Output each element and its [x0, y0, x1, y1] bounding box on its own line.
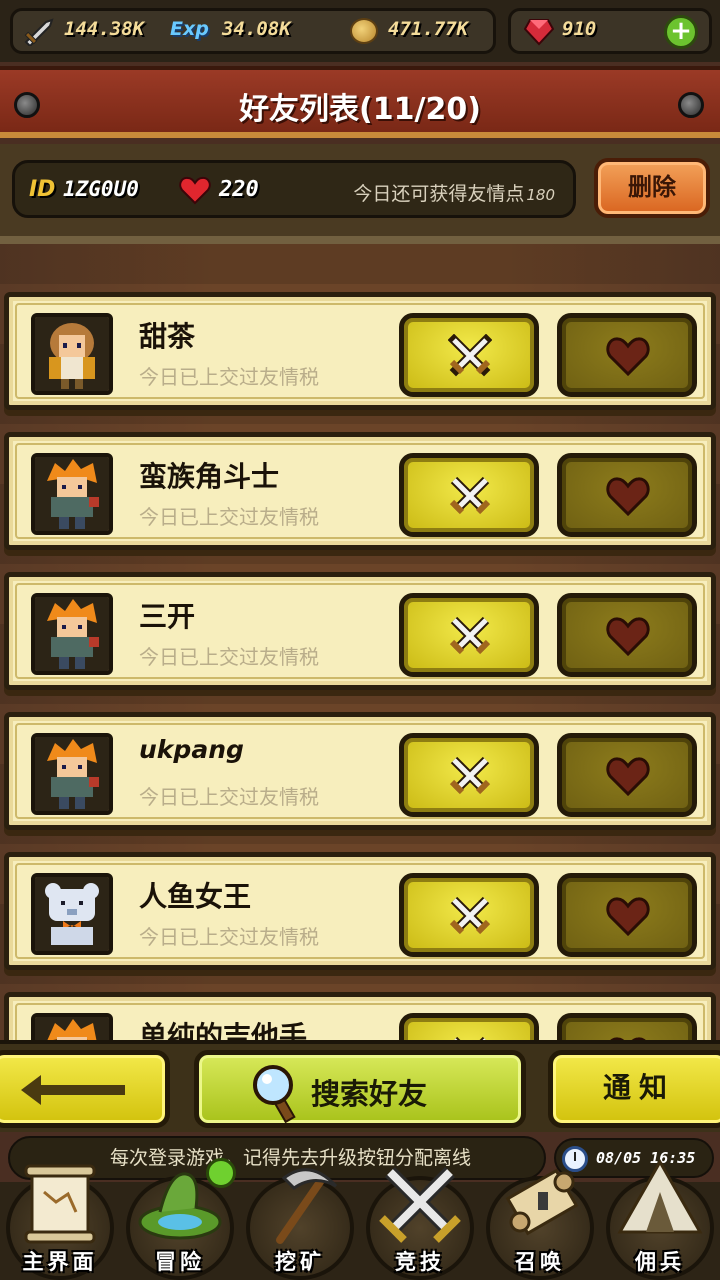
- map-scroll-icon: [24, 1164, 96, 1244]
- notification-dot: [206, 1158, 236, 1188]
- player-id: 1ZG0U0: [63, 177, 139, 201]
- friend-status: 今日已上交过友情税: [139, 505, 319, 529]
- crossed-swords-icon: [449, 756, 491, 795]
- send-heart-button[interactable]: [557, 733, 697, 817]
- friend-name: ukpang: [139, 735, 244, 764]
- title-banner: 好友列表(11/20): [0, 66, 720, 138]
- friend-status: 今日已上交过友情税: [139, 365, 319, 389]
- delete-button[interactable]: 删除: [594, 158, 710, 218]
- nav-item-home[interactable]: 主界面: [0, 1152, 120, 1280]
- crossed-swords-icon: [449, 476, 491, 515]
- gem-value: 910: [562, 18, 597, 40]
- scroll-icon: [505, 1168, 579, 1236]
- bear-avatar[interactable]: [31, 873, 113, 955]
- nav-label: 竞技: [395, 1250, 445, 1274]
- friend-row: ukpang 今日已上交过友情税: [4, 712, 716, 830]
- add-gems-button[interactable]: +: [664, 15, 698, 49]
- back-button[interactable]: [0, 1050, 170, 1128]
- friend-row: 蛮族角斗士 今日已上交过友情税: [4, 432, 716, 550]
- nav-label: 主界面: [22, 1250, 98, 1274]
- player-info-bar: ID 1ZG0U0 220 今日还可获得友情点 180 删除: [0, 144, 720, 236]
- nav-label: 佣兵: [635, 1250, 685, 1274]
- challenge-button[interactable]: [399, 453, 539, 537]
- nav-label: 挖矿: [275, 1250, 325, 1274]
- sword-icon: [24, 18, 54, 46]
- nav-item-arena[interactable]: 竞技: [360, 1152, 480, 1280]
- nav-item-mercenary[interactable]: 佣兵: [600, 1152, 720, 1280]
- bolt-icon: [678, 92, 704, 118]
- send-heart-button[interactable]: [557, 593, 697, 677]
- points-value: 180: [526, 186, 555, 204]
- friend-name: 人鱼女王: [139, 880, 252, 913]
- nav-label: 召唤: [515, 1250, 565, 1274]
- friend-name: 三开: [139, 600, 196, 633]
- gold-value: 471.77K: [388, 18, 469, 40]
- friend-row: 单纯的吉他手: [4, 992, 716, 1044]
- heart-icon: [606, 337, 650, 377]
- crossed-swords-icon: [448, 334, 492, 377]
- nav-item-summon[interactable]: 召唤: [480, 1152, 600, 1280]
- nav-item-mining[interactable]: 挖矿: [240, 1152, 360, 1280]
- attack-value: 144.38K: [64, 18, 145, 40]
- friend-list[interactable]: 甜茶 今日已上交过友情税 蛮族角斗士 今日已上交过友情税 三开 今日已上交过友情…: [0, 236, 720, 1044]
- gold-coin-icon: [350, 18, 378, 44]
- tent-icon: [617, 1158, 703, 1234]
- arrow-left-icon: [21, 1075, 125, 1105]
- send-heart-button[interactable]: [557, 453, 697, 537]
- friend-status: 今日已上交过友情税: [139, 785, 319, 809]
- crossed-swords-icon: [379, 1167, 461, 1243]
- friend-row: 三开 今日已上交过友情税: [4, 572, 716, 690]
- bottom-nav: 主界面 冒险 挖矿 竞技 召唤 佣兵: [0, 1158, 720, 1280]
- send-heart-button[interactable]: [557, 313, 697, 397]
- crossed-swords-icon: [449, 896, 491, 935]
- heart-icon: [606, 757, 650, 797]
- exp-icon: Exp: [170, 18, 209, 40]
- id-label: ID: [29, 177, 56, 202]
- ruby-gem-icon: [524, 19, 554, 46]
- challenge-button[interactable]: [399, 313, 539, 397]
- girl-avatar[interactable]: [31, 313, 113, 395]
- challenge-button[interactable]: [399, 593, 539, 677]
- friend-name: 蛮族角斗士: [139, 460, 280, 493]
- heart-icon: [606, 617, 650, 657]
- warrior-avatar[interactable]: [31, 453, 113, 535]
- action-bar: 搜索好友 通知: [0, 1040, 720, 1132]
- notify-button[interactable]: 通知: [548, 1050, 720, 1128]
- friend-name: 甜茶: [139, 320, 196, 353]
- friend-row: 甜茶 今日已上交过友情税: [4, 292, 716, 410]
- friendship-points-remaining: 今日还可获得友情点 180: [353, 179, 555, 206]
- crossed-swords-icon: [449, 616, 491, 655]
- friend-row: 人鱼女王 今日已上交过友情税: [4, 852, 716, 970]
- hearts-count: 220: [219, 177, 259, 202]
- points-label: 今日还可获得友情点: [353, 183, 525, 205]
- friend-status: 今日已上交过友情税: [139, 925, 319, 949]
- search-friend-button[interactable]: 搜索好友: [194, 1050, 526, 1128]
- challenge-button[interactable]: [399, 733, 539, 817]
- search-friend-label: 搜索好友: [311, 1077, 428, 1111]
- nav-label: 冒险: [155, 1250, 205, 1274]
- heart-icon: [606, 897, 650, 937]
- warrior-avatar[interactable]: [31, 733, 113, 815]
- send-heart-button[interactable]: [557, 873, 697, 957]
- exp-value: 34.08K: [222, 18, 291, 40]
- challenge-button[interactable]: [399, 873, 539, 957]
- resource-bar: 144.38K Exp 34.08K 471.77K 910 +: [0, 0, 720, 62]
- magnifier-icon: [253, 1065, 296, 1123]
- player-info-panel: ID 1ZG0U0 220 今日还可获得友情点 180: [12, 160, 576, 218]
- friend-status: 今日已上交过友情税: [139, 645, 319, 669]
- page-title: 好友列表(11/20): [239, 92, 481, 127]
- warrior-avatar[interactable]: [31, 593, 113, 675]
- pickaxe-icon: [276, 1168, 338, 1244]
- heart-icon: [179, 176, 211, 205]
- heart-icon: [606, 477, 650, 517]
